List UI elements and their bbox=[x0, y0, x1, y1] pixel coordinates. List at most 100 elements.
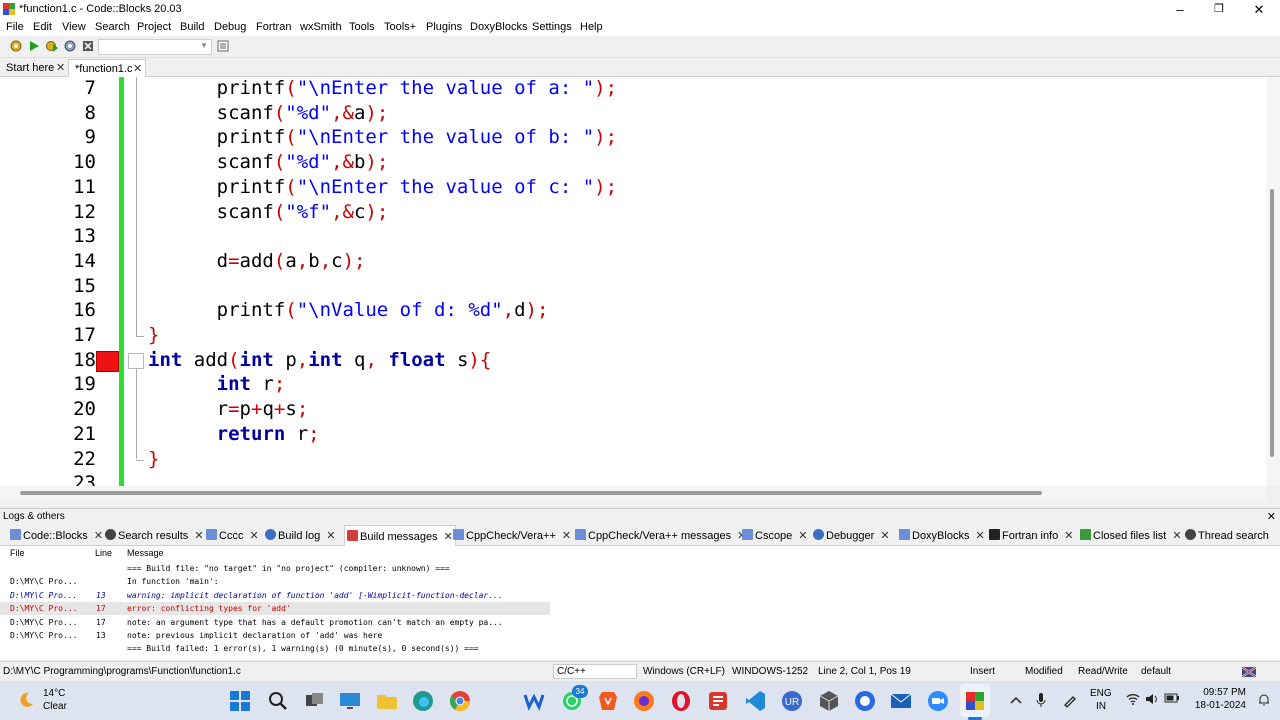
chevron-up-icon[interactable] bbox=[1010, 695, 1022, 705]
close-icon[interactable]: ✕ bbox=[326, 530, 335, 542]
editor-vertical-scrollbar[interactable] bbox=[1266, 77, 1280, 486]
abort-icon[interactable] bbox=[81, 39, 95, 53]
line-number[interactable]: 21 bbox=[0, 423, 96, 448]
log-tab-fortran-info[interactable]: Fortran info ✕ bbox=[987, 527, 1075, 546]
code-line[interactable]: int add(int p,int q, float s){ bbox=[148, 349, 491, 374]
menu-wxsmith[interactable]: wxSmith bbox=[300, 21, 342, 33]
code-line[interactable]: printf("\nValue of d: %d",d); bbox=[148, 299, 549, 324]
close-icon[interactable]: ✕ bbox=[880, 530, 889, 542]
menu-fortran[interactable]: Fortran bbox=[256, 21, 291, 33]
line-number[interactable]: 14 bbox=[0, 250, 96, 275]
scroll-thumb[interactable] bbox=[1270, 189, 1274, 457]
wps-icon[interactable] bbox=[522, 689, 546, 713]
code-editor[interactable]: 7 printf("\nEnter the value of a: "); 8 s… bbox=[0, 77, 1266, 486]
line-number[interactable]: 13 bbox=[0, 225, 96, 250]
desktop-icon[interactable] bbox=[338, 689, 362, 713]
line-number[interactable]: 12 bbox=[0, 201, 96, 226]
brave-icon[interactable] bbox=[596, 689, 620, 713]
line-number[interactable]: 8 bbox=[0, 102, 96, 127]
input-region[interactable]: IN bbox=[1096, 701, 1106, 712]
close-icon[interactable]: ✕ bbox=[975, 530, 984, 542]
notification-bell-icon[interactable] bbox=[1256, 693, 1272, 707]
run-icon[interactable] bbox=[27, 39, 41, 53]
close-icon[interactable]: ✕ bbox=[798, 530, 807, 542]
app-icon[interactable]: UR bbox=[780, 689, 804, 713]
menu-settings[interactable]: Settings bbox=[532, 21, 572, 33]
tab-start-here[interactable]: Start here ✕ bbox=[0, 59, 68, 77]
table-row[interactable]: D:\MY\C Pro... 17 error: conflicting types… bbox=[0, 602, 550, 616]
scroll-thumb[interactable] bbox=[20, 491, 1042, 495]
battery-icon[interactable] bbox=[1164, 693, 1180, 703]
line-number[interactable]: 11 bbox=[0, 176, 96, 201]
build-gear-icon[interactable] bbox=[9, 39, 23, 53]
microphone-icon[interactable] bbox=[1035, 692, 1047, 708]
weather-temp[interactable]: 14°C bbox=[43, 688, 65, 699]
log-tab-search-results[interactable]: Search results ✕ bbox=[103, 527, 206, 546]
code-line[interactable]: scanf("%d",&a); bbox=[148, 102, 389, 127]
column-header-message[interactable]: Message bbox=[127, 548, 164, 558]
show-select-target-icon[interactable] bbox=[216, 39, 230, 53]
code-line[interactable]: printf("\nEnter the value of a: "); bbox=[148, 77, 617, 102]
menu-tools-plus[interactable]: Tools+ bbox=[384, 21, 416, 33]
log-tab-thread-search[interactable]: Thread search bbox=[1183, 527, 1271, 546]
menu-debug[interactable]: Debug bbox=[214, 21, 246, 33]
close-icon[interactable]: ✕ bbox=[562, 530, 571, 542]
chrome-icon[interactable] bbox=[448, 689, 472, 713]
line-number[interactable]: 10 bbox=[0, 151, 96, 176]
mail-icon[interactable] bbox=[889, 689, 913, 713]
build-and-run-icon[interactable] bbox=[45, 39, 59, 53]
log-tab-build-messages[interactable]: Build messages ✕ bbox=[344, 525, 456, 546]
editor-horizontal-scrollbar[interactable] bbox=[0, 486, 1266, 500]
code-line[interactable]: printf("\nEnter the value of b: "); bbox=[148, 126, 617, 151]
close-icon[interactable]: ✕ bbox=[1172, 530, 1181, 542]
pen-icon[interactable] bbox=[1062, 692, 1078, 708]
rebuild-icon[interactable] bbox=[63, 39, 77, 53]
breakpoint-marker[interactable] bbox=[96, 350, 119, 372]
line-number[interactable]: 16 bbox=[0, 299, 96, 324]
log-tab-cppcheck-vera-[interactable]: CppCheck/Vera++ ✕ bbox=[451, 527, 573, 546]
column-header-line[interactable]: Line bbox=[95, 548, 112, 558]
line-number[interactable]: 7 bbox=[0, 77, 96, 102]
menu-build[interactable]: Build bbox=[180, 21, 204, 33]
menu-file[interactable]: File bbox=[6, 21, 24, 33]
code-line[interactable]: d=add(a,b,c); bbox=[148, 250, 366, 275]
table-row[interactable]: D:\MY\C Pro... 17 note: an argument type t… bbox=[0, 616, 550, 629]
table-row[interactable]: D:\MY\C Pro... 13 note: previous implicit … bbox=[0, 629, 550, 642]
menu-search[interactable]: Search bbox=[95, 21, 130, 33]
opera-icon[interactable] bbox=[669, 689, 693, 713]
table-row[interactable]: D:\MY\C Pro... In function 'main': bbox=[0, 575, 550, 588]
log-tab-debugger[interactable]: Debugger ✕ bbox=[811, 527, 892, 546]
fold-toggle[interactable] bbox=[128, 352, 144, 369]
close-icon[interactable]: ✕ bbox=[194, 530, 203, 542]
tab-function1-c[interactable]: *function1.c ✕ bbox=[68, 59, 146, 77]
edge-icon[interactable] bbox=[411, 689, 435, 713]
maximize-button[interactable]: ❐ bbox=[1199, 0, 1239, 19]
vscode-icon[interactable] bbox=[706, 689, 730, 713]
code-line[interactable]: scanf("%d",&b); bbox=[148, 151, 389, 176]
table-row[interactable]: D:\MY\C Pro... 13 warning: implicit declar… bbox=[0, 589, 550, 602]
code-line[interactable]: } bbox=[148, 324, 159, 349]
menu-help[interactable]: Help bbox=[580, 21, 603, 33]
task-view-icon[interactable] bbox=[303, 689, 327, 713]
menu-plugins[interactable]: Plugins bbox=[426, 21, 462, 33]
log-tab-code-blocks[interactable]: Code::Blocks ✕ bbox=[8, 527, 105, 546]
close-icon[interactable]: ✕ bbox=[94, 530, 103, 542]
close-window-button[interactable]: ✕ bbox=[1239, 0, 1279, 19]
search-icon[interactable] bbox=[266, 689, 290, 713]
code-line[interactable]: } bbox=[148, 448, 159, 473]
log-tab-build-log[interactable]: Build log ✕ bbox=[263, 527, 337, 546]
line-number[interactable]: 23 bbox=[0, 472, 96, 486]
codeblocks-taskbar-icon[interactable] bbox=[963, 689, 987, 713]
table-row[interactable]: === Build file: "no target" in "no proje… bbox=[0, 562, 550, 575]
menu-doxyblocks[interactable]: DoxyBlocks bbox=[470, 21, 527, 33]
package-icon[interactable] bbox=[817, 689, 841, 713]
line-number[interactable]: 9 bbox=[0, 126, 96, 151]
line-number[interactable]: 22 bbox=[0, 448, 96, 473]
code-line[interactable]: return r; bbox=[148, 423, 320, 448]
close-icon[interactable]: ✕ bbox=[1267, 510, 1276, 523]
build-messages-list[interactable]: File Line Message === Build file: "no ta… bbox=[0, 546, 1280, 660]
status-language[interactable]: C/C++ bbox=[553, 664, 637, 679]
code-line[interactable]: printf("\nEnter the value of c: "); bbox=[148, 176, 617, 201]
log-tab-cscope[interactable]: Cscope ✕ bbox=[740, 527, 810, 546]
weather-label[interactable]: Clear bbox=[43, 701, 67, 712]
